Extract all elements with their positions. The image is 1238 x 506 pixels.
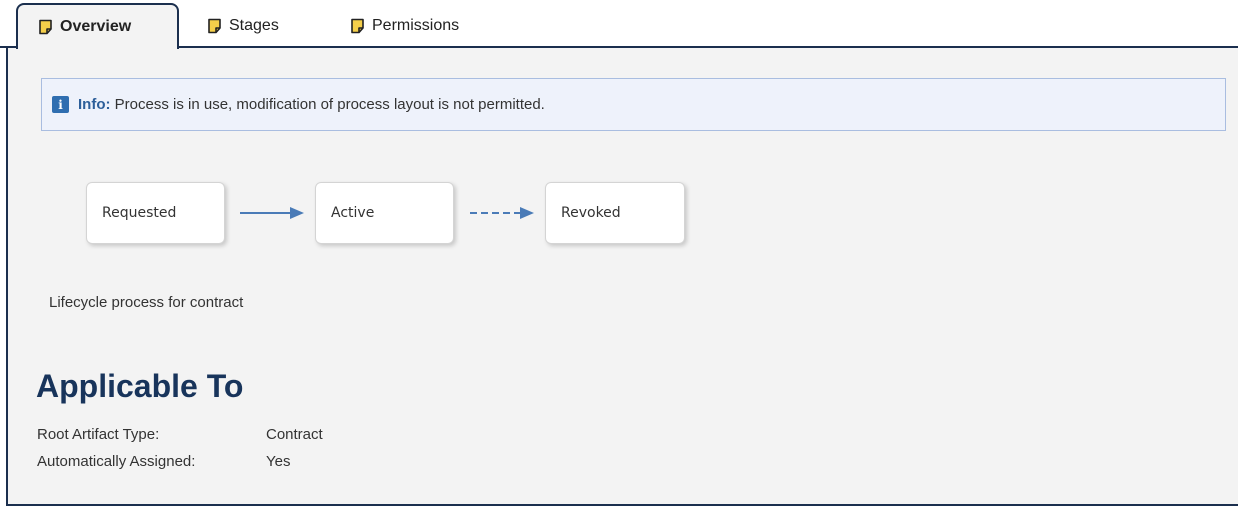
document-icon: [208, 18, 221, 34]
info-banner: i Info: Process is in use, modification …: [41, 78, 1226, 131]
stage-active[interactable]: Active: [315, 182, 454, 244]
stage-label: Revoked: [561, 205, 621, 221]
tab-divider: [0, 46, 1238, 48]
info-prefix: Info:: [78, 96, 111, 113]
root-artifact-type-value: Contract: [266, 426, 323, 443]
auto-assigned-label: Automatically Assigned:: [37, 453, 196, 470]
stage-label: Active: [331, 205, 375, 221]
overview-panel: i Info: Process is in use, modification …: [6, 48, 1238, 506]
tab-permissions-label: Permissions: [372, 17, 460, 34]
tab-overview[interactable]: Overview: [16, 3, 179, 49]
root-artifact-type-label: Root Artifact Type:: [37, 426, 160, 443]
tab-permissions[interactable]: Permissions: [350, 4, 459, 48]
process-description: Lifecycle process for contract: [49, 294, 244, 311]
auto-assigned-value: Yes: [266, 453, 291, 470]
info-icon: i: [52, 96, 69, 113]
stage-revoked[interactable]: Revoked: [545, 182, 685, 244]
document-icon: [351, 18, 364, 34]
tab-stages-label: Stages: [229, 17, 279, 34]
info-message: Process is in use, modification of proce…: [114, 96, 545, 113]
section-heading: Applicable To: [36, 368, 244, 404]
stage-label: Requested: [102, 205, 177, 221]
tab-stages[interactable]: Stages: [207, 4, 279, 48]
info-text: Info: Process is in use, modification of…: [78, 96, 545, 113]
transition-solid-arrow: [240, 207, 304, 219]
tab-overview-label: Overview: [60, 18, 132, 35]
tab-bar: Overview Stages Permissions: [0, 0, 1238, 49]
stage-requested[interactable]: Requested: [86, 182, 225, 244]
transition-dashed-arrow: [470, 207, 534, 219]
document-icon: [39, 19, 52, 35]
